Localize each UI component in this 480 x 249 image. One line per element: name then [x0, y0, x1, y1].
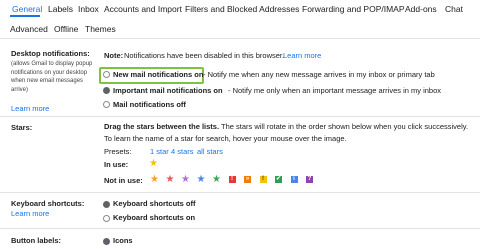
keyboard-shortcuts-off-radio[interactable] — [103, 201, 110, 208]
tabs-divider — [0, 38, 480, 39]
note-learn-more-link[interactable]: Learn more — [283, 51, 321, 60]
desktop-notifications-description: (allows Gmail to display popup notificat… — [11, 61, 93, 93]
important-mail-notifications-label[interactable]: Important mail notifications on — [113, 86, 223, 95]
note-text: Notifications have been disabled in this… — [124, 51, 285, 60]
red-bang-icon[interactable]: ! — [228, 176, 236, 183]
section-divider — [0, 192, 480, 193]
tab-inbox[interactable]: Inbox — [78, 4, 99, 14]
tab-filters[interactable]: Filters and Blocked Addresses — [185, 4, 299, 14]
tab-forwarding[interactable]: Forwarding and POP/IMAP — [302, 4, 405, 14]
red-star-icon[interactable]: ★ — [166, 175, 175, 185]
important-mail-notifications-radio[interactable] — [103, 87, 110, 94]
desktop-notifications-learn-more[interactable]: Learn more — [11, 104, 49, 113]
preset-4-stars[interactable]: 4 stars — [171, 147, 194, 156]
keyboard-shortcuts-on-radio[interactable] — [103, 215, 110, 222]
purple-question-icon[interactable]: ? — [306, 176, 313, 183]
desktop-notifications-title: Desktop notifications: — [11, 49, 90, 58]
preset-all-stars[interactable]: all stars — [197, 147, 223, 156]
section-divider — [0, 228, 480, 229]
button-labels-icons-label[interactable]: Icons — [113, 236, 133, 245]
in-use-label: In use: — [104, 160, 129, 169]
yellow-bang-icon[interactable]: ! — [259, 176, 267, 183]
tab-accounts-import[interactable]: Accounts and Import — [104, 4, 182, 14]
new-mail-notifications-desc: - Notify me when any new message arrives… — [203, 70, 435, 79]
tab-addons[interactable]: Add-ons — [405, 4, 437, 14]
settings-tabs: General Labels Inbox Accounts and Import… — [0, 0, 480, 46]
green-star-icon[interactable]: ★ — [212, 175, 221, 185]
section-divider — [0, 116, 480, 117]
blue-star-icon[interactable]: ★ — [197, 175, 206, 185]
tab-chat[interactable]: Chat — [445, 4, 463, 14]
tab-active-indicator — [10, 15, 40, 17]
mail-notifications-off-label[interactable]: Mail notifications off — [113, 100, 186, 109]
not-in-use-label: Not in use: — [104, 176, 143, 185]
presets-label: Presets: — [104, 147, 132, 156]
keyboard-shortcuts-off-label[interactable]: Keyboard shortcuts off — [113, 199, 196, 208]
keyboard-shortcuts-title: Keyboard shortcuts: — [11, 199, 85, 208]
tab-offline[interactable]: Offline — [54, 24, 78, 34]
tab-advanced[interactable]: Advanced — [10, 24, 48, 34]
button-labels-icons-radio[interactable] — [103, 238, 110, 245]
tab-general[interactable]: General — [12, 4, 42, 14]
yellow-star-icon[interactable]: ★ — [149, 159, 158, 169]
important-mail-notifications-desc: - Notify me only when an important messa… — [228, 86, 442, 95]
note-label: Note: — [104, 51, 124, 60]
preset-1-star[interactable]: 1 star — [150, 147, 169, 156]
purple-star-icon[interactable]: ★ — [181, 175, 190, 185]
stars-description: Drag the stars between the lists. The st… — [104, 121, 476, 145]
tab-themes[interactable]: Themes — [85, 24, 116, 34]
keyboard-shortcuts-on-label[interactable]: Keyboard shortcuts on — [113, 213, 195, 222]
tab-labels[interactable]: Labels — [48, 4, 73, 14]
button-labels-title: Button labels: — [11, 236, 61, 245]
keyboard-shortcuts-learn-more[interactable]: Learn more — [11, 209, 49, 218]
orange-guillemet-icon[interactable]: » — [244, 176, 251, 183]
new-mail-notifications-radio[interactable] — [103, 71, 110, 78]
orange-star-icon[interactable]: ★ — [150, 175, 159, 185]
stars-description-bold: Drag the stars between the lists. — [104, 122, 220, 131]
green-check-icon[interactable]: ✔ — [275, 176, 282, 183]
new-mail-notifications-label[interactable]: New mail notifications on — [113, 70, 203, 79]
stars-title: Stars: — [11, 123, 33, 132]
mail-notifications-off-radio[interactable] — [103, 101, 110, 108]
blue-info-icon[interactable]: i — [290, 176, 298, 183]
